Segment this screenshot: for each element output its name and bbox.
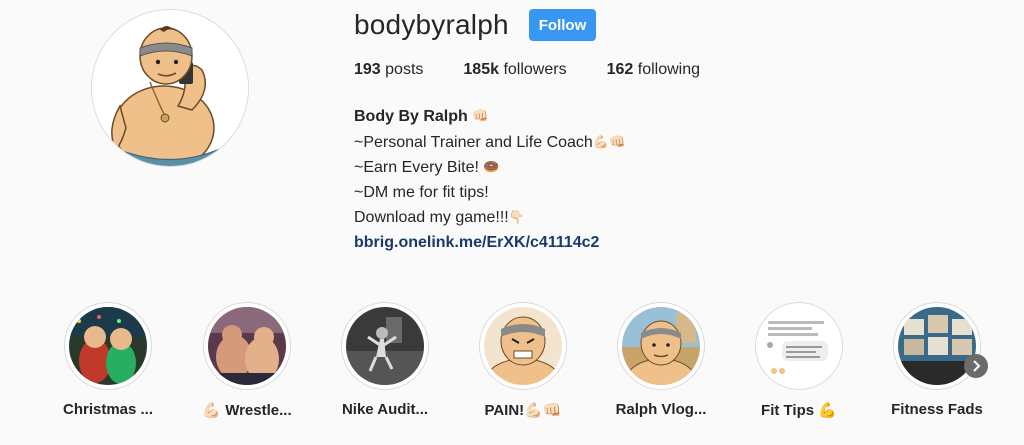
vlog-highlight-icon (622, 307, 700, 385)
point-down-emoji: 👇🏻 (508, 209, 525, 224)
bio-line-4: Download my game!!! (354, 209, 509, 226)
username: bodybyralph (354, 9, 509, 40)
highlight-nike-audition[interactable]: Nike Audit... (325, 302, 445, 418)
bio-line-3: ~DM me for fit tips! (354, 183, 489, 201)
highlights-next-button[interactable] (964, 354, 988, 378)
highlight-label: Nike Audit... (341, 401, 429, 418)
highlight-fit-tips[interactable]: Fit Tips 💪 (739, 302, 859, 419)
donut-emoji: 🍩 (483, 159, 500, 174)
flex-fist-emoji: 💪🏻👊🏻 (592, 133, 626, 149)
nike-audition-highlight-icon (346, 307, 424, 385)
profile-stats: 193 posts 185k followers 162 following (354, 61, 740, 79)
following-count: 162 (606, 61, 634, 78)
following-stat[interactable]: 162 following (607, 61, 700, 79)
highlight-ring (755, 302, 843, 390)
highlight-ralph-vlog[interactable]: Ralph Vlog... (601, 302, 721, 418)
christmas-highlight-icon (69, 307, 147, 385)
highlight-ring (64, 302, 152, 390)
fist-emoji: 👊🏻 (472, 108, 489, 123)
highlight-label: Ralph Vlog... (615, 401, 707, 418)
posts-count: 193 (354, 61, 381, 78)
highlight-label: Fitness Fads (891, 401, 983, 418)
profile-avatar[interactable] (91, 9, 249, 167)
chevron-right-icon (973, 360, 981, 372)
bio-fullname-row: Body By Ralph 👊🏻 (354, 104, 625, 130)
ralph-avatar-icon (92, 10, 248, 166)
highlight-ring (203, 302, 291, 390)
highlight-ring (617, 302, 705, 390)
fit-tips-highlight-icon (760, 307, 838, 385)
highlight-pain[interactable]: PAIN!💪🏻👊🏻 (463, 302, 583, 419)
highlight-ring (479, 302, 567, 390)
followers-stat[interactable]: 185k followers (463, 61, 566, 79)
bio-line: ~Personal Trainer and Life Coach💪🏻👊🏻 (354, 130, 625, 156)
bio-link[interactable]: bbrig.onelink.me/ErXK/c41114c2 (354, 231, 599, 256)
posts-stat: 193 posts (354, 61, 423, 79)
wrestling-highlight-icon (208, 307, 286, 385)
followers-label: followers (503, 61, 567, 78)
bio-line: ~DM me for fit tips! (354, 181, 625, 206)
highlight-wrestle[interactable]: 💪🏻 Wrestle... (187, 302, 307, 419)
highlight-label: PAIN!💪🏻👊🏻 (484, 402, 562, 419)
following-label: following (637, 61, 701, 78)
posts-label: posts (385, 61, 424, 78)
highlight-christmas[interactable]: Christmas ... (48, 302, 168, 418)
highlight-label: 💪🏻 Wrestle... (202, 402, 292, 419)
profile-bio: Body By Ralph 👊🏻 ~Personal Trainer and L… (354, 104, 625, 255)
bio-line: ~Earn Every Bite! 🍩 (354, 155, 625, 181)
highlight-label: Fit Tips 💪 (761, 402, 837, 419)
bio-line-2: ~Earn Every Bite! (354, 159, 479, 176)
full-name: Body By Ralph (354, 108, 468, 125)
highlight-label: Christmas ... (62, 401, 154, 418)
profile-header-row: bodybyralph Follow (354, 8, 597, 42)
pain-highlight-icon (484, 307, 562, 385)
followers-count: 185k (463, 61, 499, 78)
follow-button[interactable]: Follow (528, 9, 597, 41)
bio-line: Download my game!!!👇🏻 (354, 205, 625, 231)
highlight-ring (893, 302, 981, 390)
fitness-fads-highlight-icon (898, 307, 976, 385)
bio-line-1: ~Personal Trainer and Life Coach (354, 133, 593, 151)
highlight-ring (341, 302, 429, 390)
